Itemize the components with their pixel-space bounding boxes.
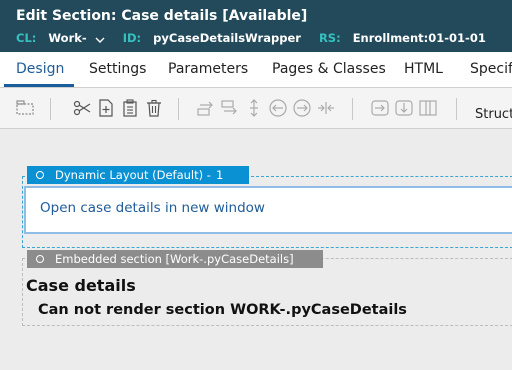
split-column-icon[interactable] [316,98,336,118]
tab-design[interactable]: Design [16,61,64,77]
add-document-icon[interactable] [96,98,116,118]
rule-title: Edit Section: Case details [Available] [16,8,308,24]
structure-label[interactable]: Structu [475,107,512,122]
move-left-icon[interactable] [268,98,288,118]
tab-html[interactable]: HTML [404,61,443,77]
tab-pages-classes[interactable]: Pages & Classes [272,61,386,77]
exit-right-icon[interactable] [370,98,390,118]
id-value: pyCaseDetailsWrapper [153,31,301,45]
id-key: ID: [122,31,142,45]
delete-icon[interactable] [144,98,164,118]
tab-specifications[interactable]: Specifi [470,61,512,77]
move-row-icon[interactable] [244,98,264,118]
rs-key: RS: [318,31,341,45]
dynamic-layout-number: 1 [216,168,224,182]
toolbar: Structu [0,88,512,129]
tab-parameters[interactable]: Parameters [168,61,248,77]
render-error-message: Can not render section WORK-.pyCaseDetai… [38,302,407,318]
columns-icon[interactable] [418,98,438,118]
select-layout-icon[interactable] [15,98,35,118]
cl-value[interactable]: Work- [48,31,86,45]
circle-icon [36,255,44,263]
tab-settings[interactable]: Settings [89,61,146,77]
circle-icon [36,171,44,179]
move-down-icon[interactable] [394,98,414,118]
chevron-down-icon[interactable] [95,34,105,44]
open-case-details-link[interactable]: Open case details in new window [40,200,265,216]
insert-row-after-icon[interactable] [196,98,216,118]
active-tab-indicator [4,84,74,87]
cut-icon[interactable] [72,98,92,118]
section-heading: Case details [26,276,136,295]
dynamic-layout-label-text: Dynamic Layout (Default) - [55,168,211,182]
rule-meta: CL: Work- ID: pyCaseDetailsWrapper RS: E… [16,31,486,45]
embedded-section-label-text: Embedded section [Work-.pyCaseDetails] [55,252,294,266]
cl-key: CL: [16,31,37,45]
tab-bar: Design Settings Parameters Pages & Class… [0,52,512,88]
move-right-icon[interactable] [292,98,312,118]
rule-header: Edit Section: Case details [Available] C… [0,0,512,52]
dynamic-layout-label[interactable]: Dynamic Layout (Default) - 1 [27,166,249,184]
dynamic-layout-cell[interactable]: Open case details in new window [24,186,512,234]
insert-row-before-icon[interactable] [220,98,240,118]
paste-icon[interactable] [120,98,140,118]
embedded-section-label[interactable]: Embedded section [Work-.pyCaseDetails] [27,250,323,268]
rs-value[interactable]: Enrollment:01-01-01 [353,31,486,45]
